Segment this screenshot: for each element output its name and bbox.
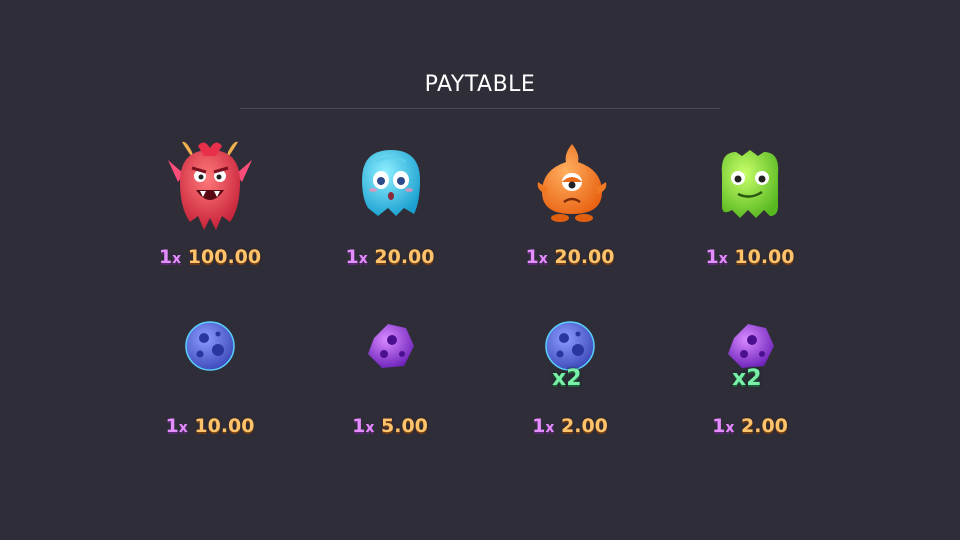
blue-ghost-monster-icon	[362, 150, 420, 216]
payout-label: 1x 2.00	[532, 415, 608, 437]
blue-moon-rock-icon	[185, 321, 235, 371]
payout-label: 1x 2.00	[712, 415, 788, 437]
payout-label: 1x 10.00	[705, 246, 795, 268]
purple-asteroid-x2-icon	[728, 324, 774, 368]
purple-asteroid-icon	[368, 324, 414, 368]
orange-cyclops-monster-icon	[537, 144, 607, 222]
multiplier-badge: x2	[732, 366, 762, 391]
payout-label: 1x 5.00	[352, 415, 428, 437]
page-title: PAYTABLE	[424, 72, 536, 97]
payout-label: 1x 20.00	[525, 246, 615, 268]
payout-label: 1x 20.00	[345, 246, 435, 268]
blue-moon-rock-x2-icon	[545, 321, 595, 371]
payout-label: 1x 100.00	[158, 246, 262, 268]
payout-label: 1x 10.00	[165, 415, 255, 437]
title-divider	[240, 108, 720, 109]
multiplier-badge: x2	[552, 366, 582, 391]
green-blob-monster-icon	[721, 150, 779, 218]
red-devil-monster-icon	[168, 141, 252, 230]
